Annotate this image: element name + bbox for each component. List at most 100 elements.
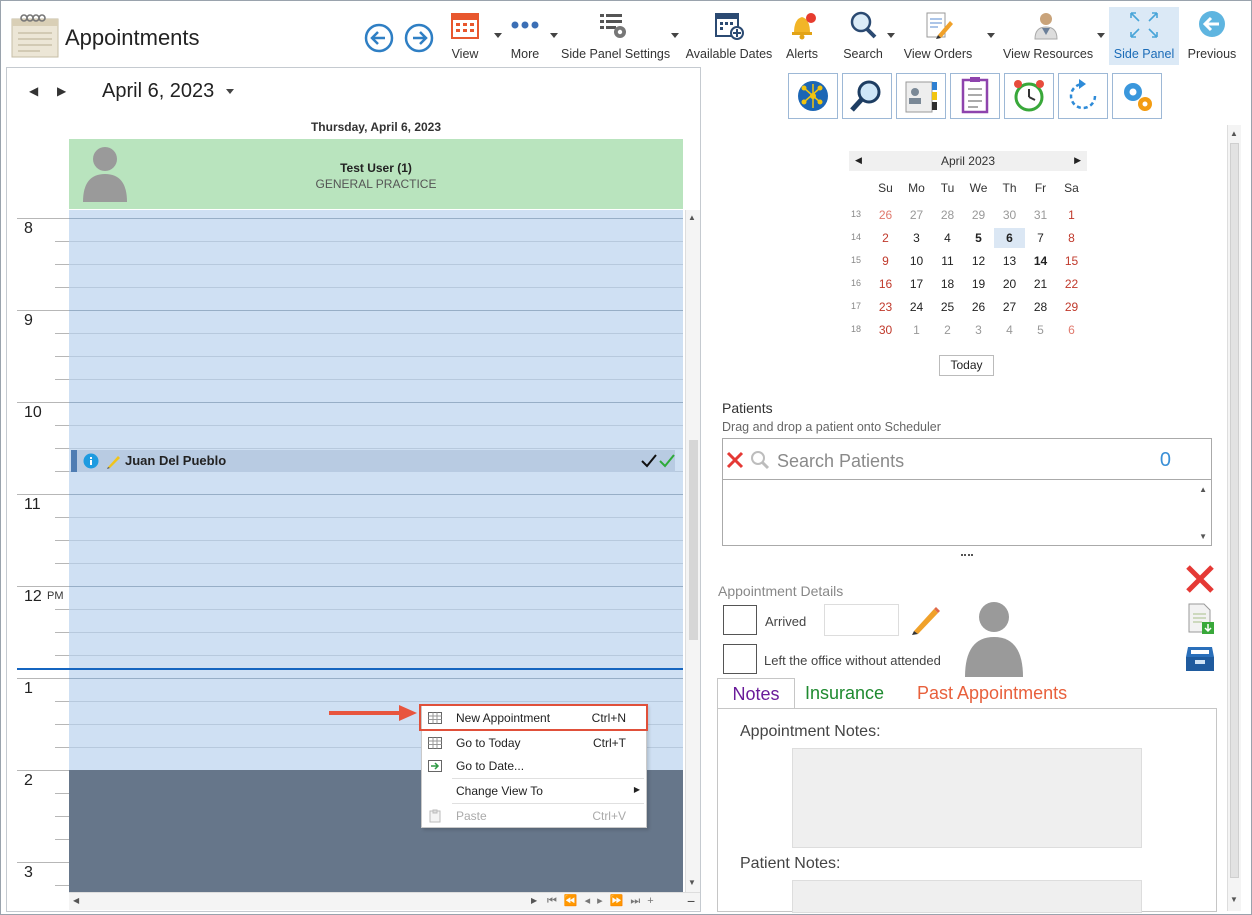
calendar-day[interactable]: 13 [994, 251, 1025, 271]
search-button[interactable]: Search [841, 7, 885, 65]
calendar-day[interactable]: 5 [1025, 320, 1056, 340]
resources-dropdown-icon[interactable] [1097, 33, 1105, 39]
clipboard-button[interactable] [950, 73, 1000, 119]
calendar-day[interactable]: 10 [901, 251, 932, 271]
clear-icon[interactable] [725, 450, 745, 470]
scroll-thumb[interactable] [689, 440, 698, 640]
calendar-day[interactable]: 15 [1056, 251, 1087, 271]
calendar-day[interactable]: 30 [994, 205, 1025, 225]
calendar-day[interactable]: 14 [1025, 251, 1056, 271]
view-resources-button[interactable]: View Resources [1003, 7, 1093, 65]
appointment-block[interactable]: Juan Del Pueblo [71, 450, 675, 472]
network-button[interactable] [788, 73, 838, 119]
today-button[interactable]: Today [939, 355, 994, 376]
forward-arrow-icon[interactable] [404, 23, 434, 53]
calendar-day[interactable]: 23 [870, 297, 901, 317]
side-panel-scrollbar[interactable]: ▲ ▼ [1227, 125, 1241, 911]
tab-notes[interactable]: Notes [717, 678, 795, 709]
calendar-day[interactable]: 29 [963, 205, 994, 225]
pager-icons[interactable]: ⏮⏪◂▸⏩⏭+ [547, 894, 661, 908]
calendar-day[interactable]: 26 [963, 297, 994, 317]
arrived-time-field[interactable] [824, 604, 899, 636]
tab-insurance[interactable]: Insurance [805, 678, 884, 709]
patient-card-button[interactable] [896, 73, 946, 119]
tab-past-appointments[interactable]: Past Appointments [917, 678, 1067, 709]
calendar-day[interactable]: 2 [932, 320, 963, 340]
calendar-day[interactable]: 30 [870, 320, 901, 340]
more-button[interactable]: More [503, 7, 547, 65]
delete-icon[interactable] [1184, 563, 1216, 595]
vertical-scrollbar[interactable]: ▲ ▼ [685, 210, 700, 892]
alarm-button[interactable] [1004, 73, 1054, 119]
side-panel-settings-button[interactable]: Side Panel Settings [561, 7, 670, 65]
calendar-day[interactable]: 27 [994, 297, 1025, 317]
arrived-checkbox[interactable] [723, 605, 757, 635]
menu-change-view-to[interactable]: Change View To ▶ [422, 780, 646, 802]
calendar-day[interactable]: 21 [1025, 274, 1056, 294]
refresh-button[interactable] [1058, 73, 1108, 119]
calendar-day[interactable]: 4 [994, 320, 1025, 340]
calendar-day[interactable]: 1 [1056, 205, 1087, 225]
scroll-up-icon[interactable]: ▲ [688, 213, 696, 222]
zoom-out-icon[interactable]: − [687, 893, 695, 909]
back-arrow-icon[interactable] [364, 23, 394, 53]
menu-go-to-date[interactable]: Go to Date... [422, 755, 646, 777]
scroll-down-icon[interactable]: ▼ [688, 878, 696, 887]
info-icon[interactable] [83, 453, 99, 469]
patient-results-list[interactable]: ▲ ▼ [722, 480, 1212, 546]
side-panel-button[interactable]: Side Panel [1109, 7, 1179, 65]
date-title[interactable]: April 6, 2023 [102, 80, 214, 103]
gears-button[interactable] [1112, 73, 1162, 119]
calendar-day[interactable]: 20 [994, 274, 1025, 294]
calendar-day[interactable]: 1 [901, 320, 932, 340]
calendar-day[interactable]: 25 [932, 297, 963, 317]
scroll-up-icon[interactable]: ▲ [1199, 485, 1207, 494]
available-dates-button[interactable]: Available Dates [685, 7, 773, 65]
document-download-icon[interactable] [1186, 602, 1216, 634]
scroll-up-icon[interactable]: ▲ [1230, 129, 1238, 138]
calendar-day[interactable]: 29 [1056, 297, 1087, 317]
calendar-day[interactable]: 12 [963, 251, 994, 271]
pencil-icon[interactable] [910, 603, 942, 635]
view-dropdown-icon[interactable] [494, 33, 502, 39]
calendar-day[interactable]: 17 [901, 274, 932, 294]
scroll-right-icon[interactable]: ▶ [531, 896, 537, 905]
calendar-day[interactable]: 24 [901, 297, 932, 317]
calendar-day[interactable]: 18 [932, 274, 963, 294]
prev-day-icon[interactable]: ◀ [29, 84, 38, 98]
calendar-day[interactable]: 22 [1056, 274, 1087, 294]
calendar-day[interactable]: 28 [932, 205, 963, 225]
calendar-day[interactable]: 16 [870, 274, 901, 294]
calendar-day[interactable]: 3 [963, 320, 994, 340]
calendar-day[interactable]: 11 [932, 251, 963, 271]
patient-notes-field[interactable] [792, 880, 1142, 913]
search-patients-input[interactable]: Search Patients [777, 451, 904, 472]
calendar-day[interactable]: 19 [963, 274, 994, 294]
calendar-day[interactable]: 28 [1025, 297, 1056, 317]
date-dropdown-icon[interactable] [226, 89, 234, 95]
calendar-day[interactable]: 4 [932, 228, 963, 248]
calendar-day[interactable]: 27 [901, 205, 932, 225]
calendar-day[interactable]: 8 [1056, 228, 1087, 248]
find-button[interactable] [842, 73, 892, 119]
view-orders-button[interactable]: View Orders [901, 7, 975, 65]
scroll-down-icon[interactable]: ▼ [1199, 532, 1207, 541]
calendar-day[interactable]: 7 [1025, 228, 1056, 248]
orders-dropdown-icon[interactable] [987, 33, 995, 39]
scroll-left-icon[interactable]: ◀ [73, 896, 79, 905]
calendar-day[interactable]: 6 [1056, 320, 1087, 340]
calendar-day[interactable]: 3 [901, 228, 932, 248]
left-office-checkbox[interactable] [723, 644, 757, 674]
calendar-day[interactable]: 31 [1025, 205, 1056, 225]
scroll-thumb[interactable] [1230, 143, 1239, 878]
patient-search-box[interactable]: Search Patients 0 [722, 438, 1212, 480]
calendar-day[interactable]: 2 [870, 228, 901, 248]
calendar-day[interactable]: 5 [963, 228, 994, 248]
calendar-next-icon[interactable]: ▶ [1074, 155, 1081, 166]
horizontal-scrollbar[interactable]: ◀ ▶ ⏮⏪◂▸⏩⏭+ − [69, 892, 700, 910]
menu-go-to-today[interactable]: Go to Today Ctrl+T [422, 732, 646, 754]
alerts-button[interactable]: Alerts [781, 7, 823, 65]
scroll-down-icon[interactable]: ▼ [1230, 895, 1238, 904]
previous-button[interactable]: Previous [1185, 7, 1239, 65]
calendar-day[interactable]: 9 [870, 251, 901, 271]
